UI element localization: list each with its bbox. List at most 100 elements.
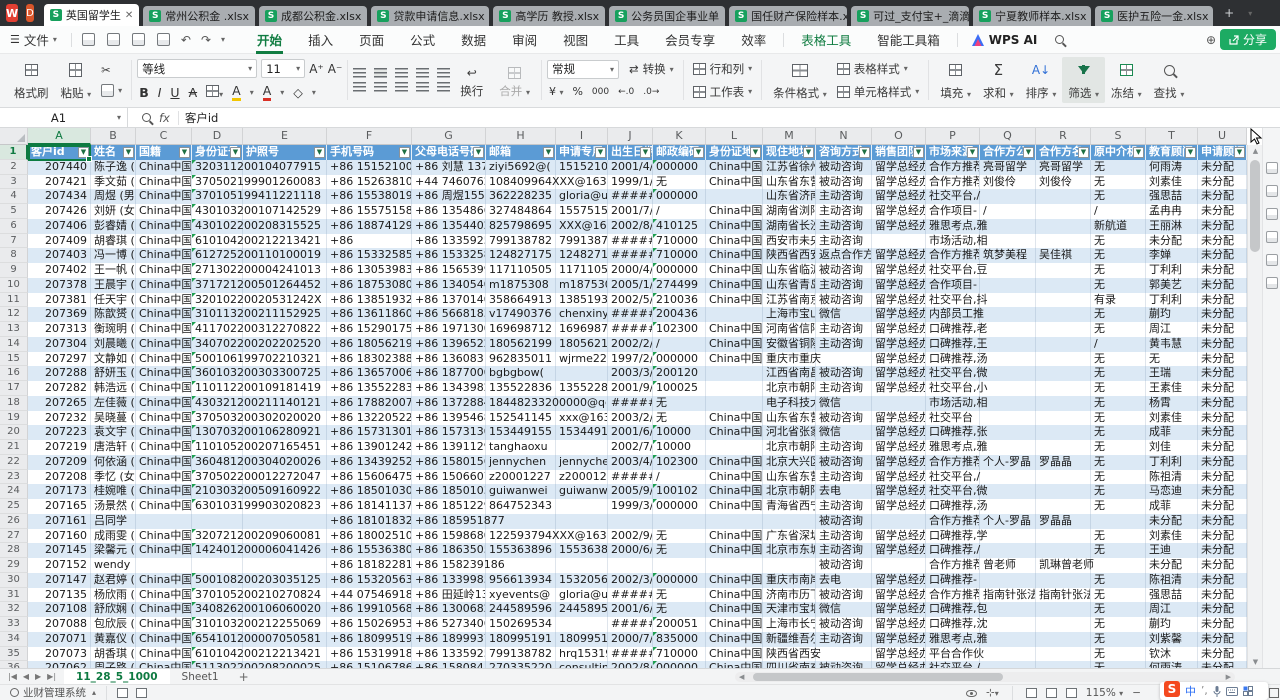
zoom-level[interactable]: 115% ▾ (1086, 687, 1123, 699)
cell[interactable]: 无 (653, 175, 706, 190)
cell[interactable]: 刘紫馨 (1146, 632, 1198, 647)
cell[interactable]: China中国 (706, 204, 763, 219)
cell[interactable]: 山东省东营 (763, 175, 816, 190)
cell[interactable]: +86 15538019 (327, 189, 412, 204)
cell[interactable]: 被动咨询 (816, 293, 872, 308)
cell[interactable]: 207173 (28, 484, 91, 499)
system-chevron-icon[interactable]: ▴ (92, 688, 96, 697)
undo-icon[interactable]: ↶ (181, 33, 191, 47)
row-header-25[interactable]: 25 (0, 499, 28, 514)
cell[interactable]: +86 15320563 (327, 573, 412, 588)
cell[interactable]: xxx@163.c (556, 411, 608, 426)
cell[interactable]: 710000 (653, 234, 706, 249)
cell[interactable]: 612725200110100019 (192, 248, 243, 263)
column-header-E[interactable]: E (243, 128, 327, 145)
cell[interactable]: 李婵 (1146, 248, 1198, 263)
row-header-21[interactable]: 21 (0, 440, 28, 455)
cell[interactable]: 留学总经办 (872, 366, 926, 381)
row-header-4[interactable]: 4 (0, 189, 28, 204)
cell[interactable]: China中国 (706, 293, 763, 308)
cell[interactable]: 被动咨询 (816, 514, 872, 529)
cell[interactable]: 无 (653, 411, 706, 426)
cell[interactable]: 无 (1091, 263, 1146, 278)
cell[interactable]: 未分配 (1198, 573, 1247, 588)
file-menu[interactable]: ☰ 文件▾ (10, 30, 57, 49)
prev-sheet-icon[interactable]: ◀ (23, 672, 29, 681)
cell[interactable]: 马恋迪 (1146, 484, 1198, 499)
filter-dropdown-icon[interactable]: ▼ (1185, 147, 1196, 158)
cell[interactable]: 10000 (653, 425, 706, 440)
align-right-icon[interactable] (395, 82, 408, 92)
scroll-up-icon[interactable]: ▲ (1248, 147, 1263, 155)
cell[interactable]: +86 13053983 (327, 263, 412, 278)
row-header-16[interactable]: 16 (0, 366, 28, 381)
cell[interactable]: 358664913 (486, 293, 556, 308)
header-cell-E[interactable]: 护照号▼ (243, 145, 327, 160)
cell[interactable]: 未分配 (1198, 484, 1247, 499)
increase-indent-icon[interactable] (437, 68, 450, 78)
decrease-indent-icon[interactable] (416, 68, 429, 78)
cell[interactable]: 无 (1091, 234, 1146, 249)
cell[interactable]: China中国 (136, 278, 192, 293)
cell[interactable]: +86 1395468251 (412, 411, 486, 426)
cell[interactable]: 留学总经办 (872, 248, 926, 263)
cell[interactable]: 周子路 (女 (91, 661, 136, 668)
cell[interactable]: China中国 (136, 617, 192, 632)
filter-dropdown-icon[interactable]: ▼ (314, 147, 325, 158)
cell[interactable]: 207369 (28, 307, 91, 322)
cell[interactable]: 未分配 (1198, 366, 1247, 381)
menu-item-公式[interactable]: 公式 (397, 26, 448, 54)
cell[interactable]: 无 (1091, 573, 1146, 588)
column-header-U[interactable]: U (1198, 128, 1247, 145)
export-icon[interactable] (107, 33, 120, 46)
cell[interactable]: 962835011 (486, 352, 556, 367)
cell[interactable]: China中国 (706, 529, 763, 544)
cell[interactable]: +86 13657006 (327, 366, 412, 381)
column-header-I[interactable]: I (556, 128, 608, 145)
cell[interactable]: China中国 (136, 484, 192, 499)
cell[interactable]: 未分配 (1198, 455, 1247, 470)
header-cell-U[interactable]: 申请顾问▼ (1198, 145, 1247, 160)
cell[interactable]: +44 7460762888 (412, 175, 486, 190)
cell[interactable]: 2002/7/16 (608, 440, 653, 455)
cell[interactable]: gloria@uk (556, 189, 608, 204)
bold-button[interactable]: B (139, 85, 149, 100)
cell[interactable]: 黄嘉仪 (女 (91, 632, 136, 647)
cell[interactable]: 270335220 (486, 661, 556, 668)
header-cell-I[interactable]: 申请专用▼ (556, 145, 608, 160)
cell[interactable]: 社交平台,/ (926, 470, 980, 485)
cell[interactable]: China中国 (136, 248, 192, 263)
row-header-5[interactable]: 5 (0, 204, 28, 219)
cell[interactable]: 口碑推荐,张 (926, 425, 980, 440)
cell[interactable]: 合作方推荐 (926, 558, 980, 573)
cell[interactable]: 799138782 (486, 234, 556, 249)
cell[interactable]: 2005/1/26 (608, 278, 653, 293)
scroll-left-icon[interactable]: ◀ (739, 672, 744, 682)
cell[interactable]: 无 (1091, 411, 1146, 426)
cell[interactable]: 320721200209060081 (192, 529, 243, 544)
cell[interactable]: 799138782 (486, 647, 556, 662)
cell[interactable]: 主动咨询 (816, 470, 872, 485)
cell[interactable]: 200051 (653, 617, 706, 632)
cell[interactable]: 未分配 (1198, 588, 1247, 603)
cell[interactable]: 108409964XXX@163. (486, 175, 556, 190)
horizontal-scrollbar[interactable]: ◀ ▶ (735, 672, 1235, 682)
cell[interactable]: 207426 (28, 204, 91, 219)
filter-dropdown-icon[interactable]: ▼ (859, 147, 870, 158)
menu-item-视图[interactable]: 视图 (550, 26, 601, 54)
cell[interactable]: bgbgbow( (486, 366, 556, 381)
column-header-P[interactable]: P (926, 128, 980, 145)
filter-button[interactable]: 筛选 ▾ (1062, 57, 1105, 103)
cell[interactable]: China中国 (706, 278, 763, 293)
header-cell-S[interactable]: 原中介机▼ (1091, 145, 1146, 160)
column-header-K[interactable]: K (653, 128, 706, 145)
cell[interactable]: ######## (608, 189, 653, 204)
cell[interactable]: 彭睿婧 (女 (91, 219, 136, 234)
column-header-R[interactable]: R (1036, 128, 1091, 145)
cell[interactable]: 吕同学 (91, 514, 136, 529)
wps-logo-icon[interactable]: W (6, 4, 18, 22)
cell[interactable]: 北京市东城 (763, 543, 816, 558)
worksheet-button[interactable]: 工作表▾ (689, 83, 757, 101)
cell[interactable]: jennychen (556, 455, 608, 470)
cell[interactable]: +86 185122902 (412, 499, 486, 514)
